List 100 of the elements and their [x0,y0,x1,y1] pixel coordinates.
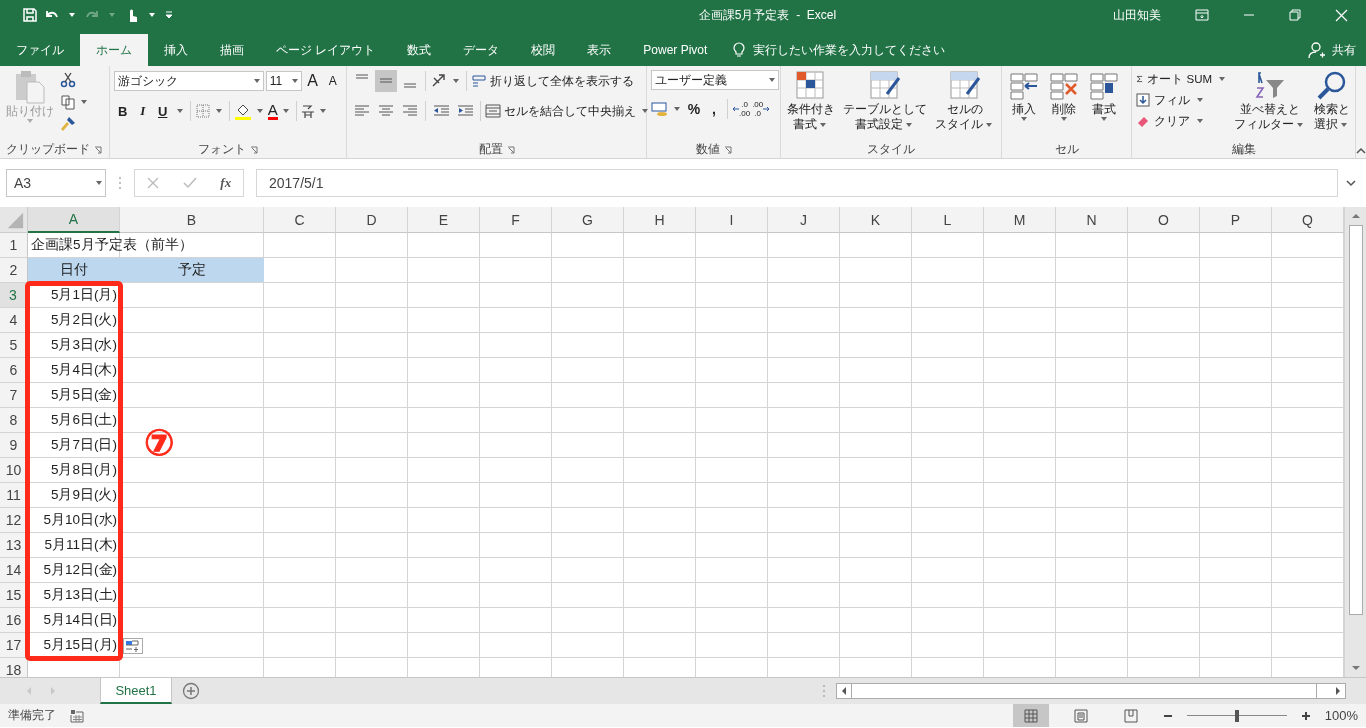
column-header[interactable]: B [120,207,264,233]
column-header[interactable]: I [696,207,768,233]
dialog-launcher-icon[interactable] [249,145,258,154]
column-header[interactable]: J [768,207,840,233]
merge-center-button[interactable]: セルを結合して中央揃え [485,100,651,122]
column-header[interactable]: H [624,207,696,233]
row-header[interactable]: 6 [0,358,28,383]
column-header[interactable]: A [28,207,120,233]
fill-color-icon[interactable] [233,102,252,120]
tell-me-field[interactable]: 実行したい作業を入力してください [751,42,1056,58]
formula-field[interactable]: 2017/5/1 [256,169,1338,197]
caret-icon[interactable] [319,109,326,113]
wrap-text-button[interactable]: 折り返して全体を表示する [471,70,634,92]
row-header[interactable]: 8 [0,408,28,433]
format-painter-icon[interactable] [60,116,76,132]
close-icon[interactable] [1335,8,1348,22]
row-header[interactable]: 9 [0,433,28,458]
increase-decimal-button[interactable]: .0 .00 [732,100,751,118]
autofill-options-icon[interactable] [123,638,143,654]
ribbon-options-icon[interactable] [1195,9,1209,21]
row-header[interactable]: 14 [0,558,28,583]
dialog-launcher-icon[interactable] [506,145,515,154]
ribbon-tab[interactable]: データ [447,34,516,66]
column-header[interactable]: M [984,207,1056,233]
row-header[interactable]: 13 [0,533,28,558]
row-header[interactable]: 10 [0,458,28,483]
row-header[interactable]: 16 [0,608,28,633]
font-size-dropdown[interactable]: 11 [265,71,302,91]
restore-icon[interactable] [1289,9,1301,21]
decrease-decimal-button[interactable]: .00 .0 [752,100,771,118]
clear-button[interactable]: クリア [1136,112,1228,130]
row-header[interactable]: 3 [0,283,28,308]
caret-icon[interactable] [215,109,222,113]
font-name-dropdown[interactable]: 游ゴシック [113,71,264,91]
row-header[interactable]: 18 [0,658,28,677]
find-select-button[interactable]: 検索と 選択 [1312,70,1352,132]
collapse-ribbon-icon[interactable] [1356,147,1366,154]
style-button[interactable]: セルの スタイル [933,70,997,132]
ribbon-tab[interactable]: 数式 [391,34,448,66]
style-button[interactable]: テーブルとして 書式設定 [841,70,929,132]
grow-font-button[interactable]: A [303,70,322,92]
zoom-in-icon[interactable] [1300,710,1311,721]
fill-button[interactable]: フィル [1136,91,1228,109]
ribbon-tab[interactable]: ファイル [0,34,80,66]
row-header[interactable]: 7 [0,383,28,408]
shrink-font-button[interactable]: A [323,70,342,92]
row-header[interactable]: 5 [0,333,28,358]
bold-button[interactable]: B [113,100,132,122]
font-color-button[interactable]: A [267,102,278,120]
italic-button[interactable]: I [133,100,152,122]
column-header[interactable]: G [552,207,624,233]
ribbon-tab[interactable]: Power Pivot [627,34,724,66]
caret-icon[interactable] [176,109,183,113]
column-header[interactable]: K [840,207,912,233]
ribbon-tab[interactable]: ホーム [80,34,148,66]
column-header[interactable]: E [408,207,480,233]
comma-button[interactable]: , [705,98,723,120]
ribbon-tab[interactable]: 描画 [204,34,260,66]
name-box[interactable]: A3 [6,169,106,197]
caret-icon[interactable] [282,109,289,113]
scissors-icon[interactable] [60,72,76,88]
cells-button[interactable]: 削除 [1046,70,1083,121]
zoom-level[interactable]: 100% [1324,708,1366,723]
caret-icon[interactable] [674,107,680,111]
column-header[interactable]: D [336,207,408,233]
row-header[interactable]: 1 [0,233,28,258]
number-format-dropdown[interactable]: ユーザー定義 [651,70,779,90]
ribbon-tab[interactable]: ページ レイアウト [260,34,392,66]
column-header[interactable]: P [1200,207,1272,233]
percent-button[interactable]: % [685,98,703,120]
row-header[interactable]: 17 [0,633,28,658]
caret-icon[interactable] [453,79,459,83]
expand-icon[interactable] [1346,179,1356,187]
customize-icon[interactable] [164,10,174,20]
style-button[interactable]: 条件付き 書式 [785,70,837,132]
row-header[interactable]: 15 [0,583,28,608]
sheet-tab[interactable]: Sheet1 [100,678,172,704]
caret-icon[interactable] [256,109,263,113]
scrollbar-thumb[interactable] [1348,225,1363,615]
dialog-launcher-icon[interactable] [94,145,103,154]
cells-button[interactable]: 書式 [1086,70,1123,121]
caret-icon[interactable] [81,100,87,104]
row-header[interactable]: 2 [0,258,28,283]
insert-function-button[interactable]: fx [220,175,232,191]
underline-button[interactable]: U [153,100,172,122]
ribbon-tab[interactable]: 挿入 [148,34,204,66]
ribbon-tab[interactable]: 校閲 [515,34,572,66]
dialog-launcher-icon[interactable] [723,145,732,154]
column-header[interactable]: O [1128,207,1200,233]
ribbon-tab[interactable]: 表示 [571,34,628,66]
column-header[interactable]: C [264,207,336,233]
column-header[interactable]: Q [1272,207,1344,233]
share-button[interactable]: 共有 [1298,34,1366,66]
autosum-button[interactable]: オート SUM [1136,70,1228,88]
column-header[interactable]: N [1056,207,1128,233]
currency-icon[interactable] [651,101,669,117]
copy-icon[interactable] [60,94,76,110]
row-header[interactable]: 11 [0,483,28,508]
save-icon[interactable] [22,7,38,23]
cells-button[interactable]: 挿入 [1006,70,1043,121]
